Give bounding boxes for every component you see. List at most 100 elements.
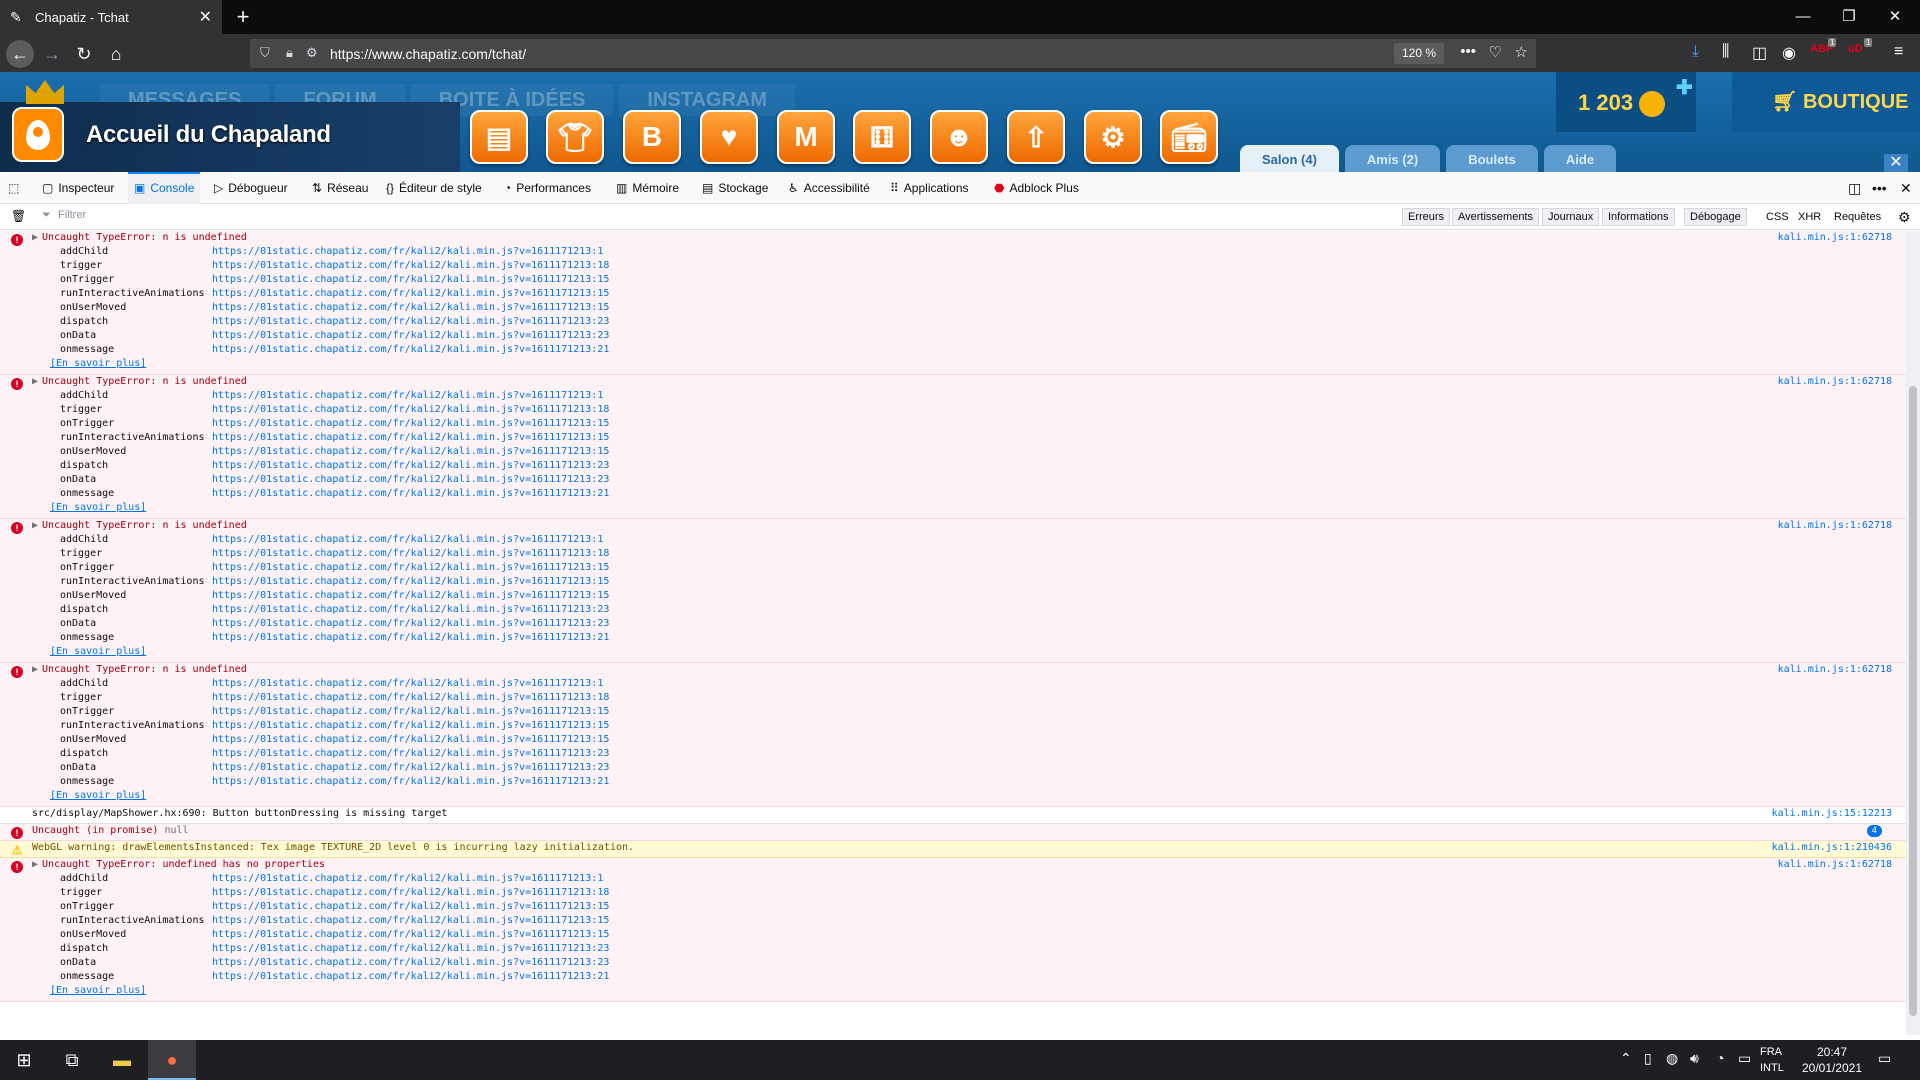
wardrobe-button[interactable]: 👕︎: [546, 110, 604, 164]
frame-source-link[interactable]: https://01static.chapatiz.com/fr/kali2/k…: [212, 957, 609, 968]
frame-source-link[interactable]: https://01static.chapatiz.com/fr/kali2/k…: [212, 604, 609, 615]
frame-source-link[interactable]: https://01static.chapatiz.com/fr/kali2/k…: [212, 748, 609, 759]
notifications-icon[interactable]: ▭: [1878, 1050, 1891, 1067]
downloads-icon[interactable]: ⤓: [1692, 43, 1699, 61]
frame-source-link[interactable]: https://01static.chapatiz.com/fr/kali2/k…: [212, 887, 609, 898]
firefox-taskbar-icon[interactable]: ●: [148, 1040, 196, 1080]
frame-source-link[interactable]: https://01static.chapatiz.com/fr/kali2/k…: [212, 316, 609, 327]
console-message[interactable]: ! ▶ Uncaught TypeError: undefined has no p…: [0, 858, 1906, 1002]
filter-requests-toggle[interactable]: Requêtes: [1834, 208, 1881, 226]
expand-triangle-icon[interactable]: ▶: [32, 520, 38, 531]
stack-frame[interactable]: runInteractiveAnimations https://01static…: [60, 719, 1906, 733]
frame-source-link[interactable]: https://01static.chapatiz.com/fr/kali2/k…: [212, 460, 609, 471]
forward-icon[interactable]: →: [38, 40, 66, 68]
frame-source-link[interactable]: https://01static.chapatiz.com/fr/kali2/k…: [212, 706, 609, 717]
games-button[interactable]: ⚅: [853, 110, 911, 164]
stack-frame[interactable]: onmessage https://01static.chapatiz.com/f…: [60, 970, 1906, 984]
b-button[interactable]: B: [623, 110, 681, 164]
learn-more-link[interactable]: [En savoir plus]: [0, 501, 1906, 515]
stack-frame[interactable]: trigger https://01static.chapatiz.com/fr/…: [60, 547, 1906, 561]
stack-frame[interactable]: dispatch https://01static.chapatiz.com/fr…: [60, 747, 1906, 761]
system-clock[interactable]: 20:47 20/01/2021: [1800, 1044, 1864, 1076]
element-picker-icon[interactable]: ⬚: [8, 172, 19, 204]
stack-frame[interactable]: onTrigger https://01static.chapatiz.com/f…: [60, 417, 1906, 431]
stack-frame[interactable]: onmessage https://01static.chapatiz.com/f…: [60, 631, 1906, 645]
upgrade-button[interactable]: ⇧: [1007, 110, 1065, 164]
network-status-icon[interactable]: ◍: [1666, 1050, 1678, 1067]
trash-icon[interactable]: 🗑︎: [11, 209, 26, 223]
message-source-link[interactable]: kali.min.js:1:210436: [1772, 841, 1892, 855]
frame-source-link[interactable]: https://01static.chapatiz.com/fr/kali2/k…: [212, 915, 609, 926]
close-tab-icon[interactable]: ✕: [199, 7, 212, 27]
tab-boulets[interactable]: Boulets: [1446, 145, 1538, 172]
stack-frame[interactable]: addChild https://01static.chapatiz.com/fr…: [60, 533, 1906, 547]
keyboard-icon[interactable]: ▭: [1738, 1050, 1751, 1067]
home-icon[interactable]: ⌂: [102, 40, 130, 68]
learn-more-link[interactable]: [En savoir plus]: [0, 357, 1906, 371]
wifi-icon[interactable]: ◔: [1716, 1050, 1724, 1066]
frame-source-link[interactable]: https://01static.chapatiz.com/fr/kali2/k…: [212, 632, 609, 643]
stack-frame[interactable]: runInteractiveAnimations https://01static…: [60, 575, 1906, 589]
frame-source-link[interactable]: https://01static.chapatiz.com/fr/kali2/k…: [212, 873, 603, 884]
stack-frame[interactable]: onUserMoved https://01static.chapatiz.com…: [60, 445, 1906, 459]
stack-frame[interactable]: onUserMoved https://01static.chapatiz.com…: [60, 928, 1906, 942]
frame-source-link[interactable]: https://01static.chapatiz.com/fr/kali2/k…: [212, 344, 609, 355]
frame-source-link[interactable]: https://01static.chapatiz.com/fr/kali2/k…: [212, 390, 603, 401]
volume-icon[interactable]: 🔊︎: [1690, 1050, 1699, 1067]
tab-console[interactable]: ▣ Console: [128, 172, 201, 204]
console-message[interactable]: ! ▶ Uncaught TypeError: n is undefined kali…: [0, 519, 1906, 663]
frame-source-link[interactable]: https://01static.chapatiz.com/fr/kali2/k…: [212, 576, 609, 587]
shield-icon[interactable]: ⛉: [260, 45, 270, 61]
more-actions-icon[interactable]: •••: [1460, 43, 1476, 60]
tab-performances[interactable]: ◔ Performances: [504, 172, 591, 204]
stack-frame[interactable]: addChild https://01static.chapatiz.com/fr…: [60, 872, 1906, 886]
tab-aide[interactable]: Aide: [1543, 145, 1617, 172]
filter-input[interactable]: Filtrer: [58, 209, 86, 221]
input-language[interactable]: FRA INTL: [1760, 1044, 1784, 1076]
stack-frame[interactable]: dispatch https://01static.chapatiz.com/fr…: [60, 942, 1906, 956]
stack-frame[interactable]: onTrigger https://01static.chapatiz.com/f…: [60, 273, 1906, 287]
stack-frame[interactable]: onData https://01static.chapatiz.com/fr/k…: [60, 956, 1906, 970]
frame-source-link[interactable]: https://01static.chapatiz.com/fr/kali2/k…: [212, 720, 609, 731]
console-message[interactable]: ! ▶ Uncaught TypeError: n is undefined kali…: [0, 231, 1906, 375]
stack-frame[interactable]: onTrigger https://01static.chapatiz.com/f…: [60, 561, 1906, 575]
stack-frame[interactable]: onUserMoved https://01static.chapatiz.com…: [60, 589, 1906, 603]
bookmark-star-icon[interactable]: ☆: [1515, 43, 1528, 61]
coin-balance[interactable]: 1 203: [1556, 72, 1696, 132]
console-message[interactable]: src/display/MapShower.hx:690: Button but…: [0, 807, 1906, 824]
message-source-link[interactable]: kali.min.js:1:62718: [1778, 519, 1892, 533]
message-source-link[interactable]: kali.min.js:15:12213: [1772, 807, 1892, 821]
stack-frame[interactable]: onTrigger https://01static.chapatiz.com/f…: [60, 900, 1906, 914]
frame-source-link[interactable]: https://01static.chapatiz.com/fr/kali2/k…: [212, 418, 609, 429]
frame-source-link[interactable]: https://01static.chapatiz.com/fr/kali2/k…: [212, 260, 609, 271]
console-message[interactable]: ! Uncaught (in promise) null 4: [0, 824, 1906, 841]
stack-frame[interactable]: onmessage https://01static.chapatiz.com/f…: [60, 775, 1906, 789]
frame-source-link[interactable]: https://01static.chapatiz.com/fr/kali2/k…: [212, 692, 609, 703]
console-message[interactable]: ! ▶ Uncaught TypeError: n is undefined kali…: [0, 663, 1906, 807]
frame-source-link[interactable]: https://01static.chapatiz.com/fr/kali2/k…: [212, 734, 609, 745]
zoom-indicator[interactable]: 120 %: [1393, 43, 1444, 64]
filter-errors-button[interactable]: Erreurs: [1402, 208, 1451, 226]
new-tab-icon[interactable]: +: [230, 4, 256, 30]
frame-source-link[interactable]: https://01static.chapatiz.com/fr/kali2/k…: [212, 246, 603, 257]
show-hidden-icons-icon[interactable]: ⌃: [1620, 1050, 1632, 1067]
browser-tab[interactable]: ✎ Chapatiz - Tchat ✕: [0, 0, 222, 34]
message-source-link[interactable]: kali.min.js:1:62718: [1778, 663, 1892, 677]
stack-frame[interactable]: onData https://01static.chapatiz.com/fr/k…: [60, 473, 1906, 487]
filter-css-toggle[interactable]: CSS: [1766, 208, 1789, 226]
tab-stockage[interactable]: ▤ Stockage: [702, 172, 768, 204]
stack-frame[interactable]: onUserMoved https://01static.chapatiz.com…: [60, 733, 1906, 747]
library-icon[interactable]: ⫼: [1722, 43, 1729, 61]
ublock-icon[interactable]: uD: [1848, 43, 1863, 55]
reload-icon[interactable]: ↻: [70, 40, 98, 68]
stack-frame[interactable]: onUserMoved https://01static.chapatiz.com…: [60, 301, 1906, 315]
filter-logs-button[interactable]: Journaux: [1542, 208, 1600, 226]
frame-source-link[interactable]: https://01static.chapatiz.com/fr/kali2/k…: [212, 302, 609, 313]
expand-triangle-icon[interactable]: ▶: [32, 859, 38, 870]
tab-inspecteur[interactable]: ▢ Inspecteur: [42, 172, 114, 204]
scrollbar-thumb[interactable]: [1909, 386, 1917, 1016]
stack-frame[interactable]: trigger https://01static.chapatiz.com/fr/…: [60, 259, 1906, 273]
close-window-icon[interactable]: ✕: [1872, 0, 1918, 34]
tab-amis[interactable]: Amis (2): [1344, 145, 1441, 172]
console-scrollbar[interactable]: [1906, 231, 1920, 1035]
